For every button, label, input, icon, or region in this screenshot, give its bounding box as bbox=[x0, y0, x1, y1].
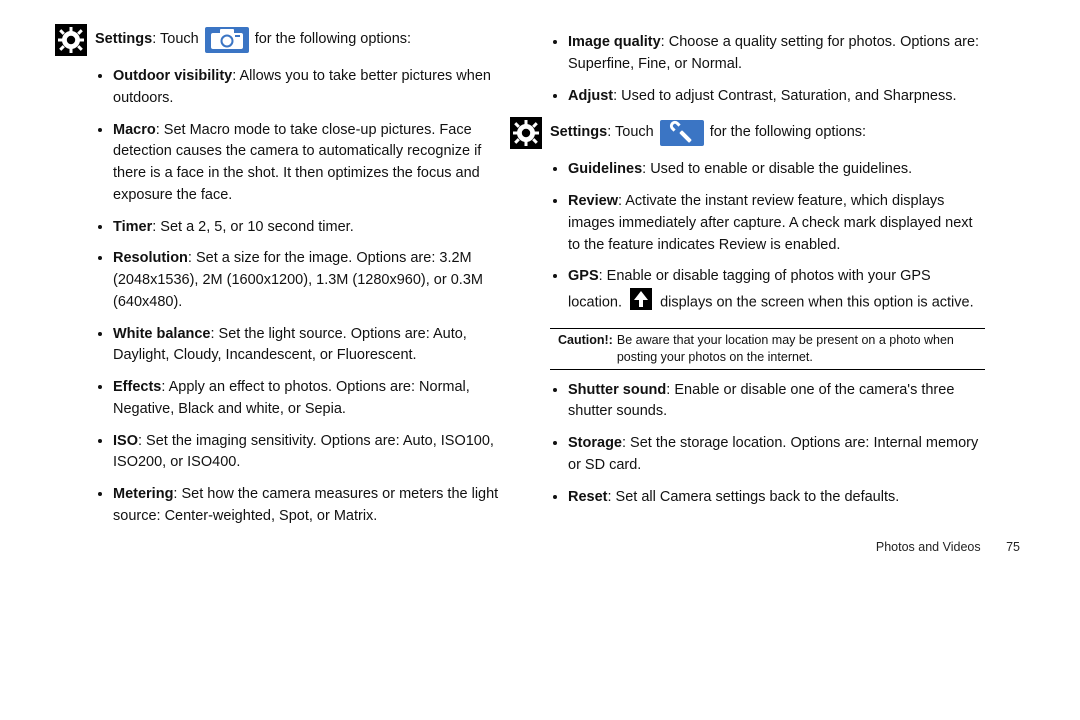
settings-label: Settings bbox=[95, 30, 152, 50]
list-item: ISO: Set the imaging sensitivity. Option… bbox=[113, 431, 510, 475]
page-footer: Photos and Videos 75 bbox=[876, 540, 1020, 554]
item-title: Timer bbox=[113, 219, 152, 235]
settings-row-camera: Settings : Touch for the following optio… bbox=[55, 24, 510, 56]
item-desc: : Used to enable or disable the guidelin… bbox=[642, 161, 912, 177]
item-desc: : Set the storage location. Options are:… bbox=[568, 435, 978, 473]
list-item: GPS: Enable or disable tagging of photos… bbox=[568, 266, 985, 318]
caution-text: Be aware that your location may be prese… bbox=[617, 332, 985, 366]
list-item: Review: Activate the instant review feat… bbox=[568, 191, 985, 256]
touch-text: : Touch bbox=[152, 30, 199, 50]
after-icon-text: for the following options: bbox=[710, 123, 866, 143]
right-column: Image quality: Choose a quality setting … bbox=[540, 22, 985, 538]
item-title: Outdoor visibility bbox=[113, 68, 232, 84]
item-title: White balance bbox=[113, 326, 211, 342]
gear-icon bbox=[510, 117, 542, 149]
item-desc: : Used to adjust Contrast, Saturation, a… bbox=[613, 88, 956, 104]
item-desc: : Activate the instant review feature, w… bbox=[568, 193, 973, 253]
touch-text: : Touch bbox=[607, 123, 654, 143]
right-bullet-list-b: Shutter sound: Enable or disable one of … bbox=[550, 380, 985, 509]
item-title: Metering bbox=[113, 486, 173, 502]
camera-icon bbox=[205, 27, 249, 53]
list-item: Metering: Set how the camera measures or… bbox=[113, 484, 510, 528]
item-title: Review bbox=[568, 193, 618, 209]
item-title: Reset bbox=[568, 489, 608, 505]
item-title: GPS bbox=[568, 268, 599, 284]
item-desc: : Set the imaging sensitivity. Options a… bbox=[113, 433, 494, 471]
gps-list: GPS: Enable or disable tagging of photos… bbox=[550, 266, 985, 318]
after-icon-text: for the following options: bbox=[255, 30, 411, 50]
list-item: Shutter sound: Enable or disable one of … bbox=[568, 380, 985, 424]
settings-label: Settings bbox=[550, 123, 607, 143]
list-item: Timer: Set a 2, 5, or 10 second timer. bbox=[113, 217, 510, 239]
caution-note: Caution!: Be aware that your location ma… bbox=[550, 332, 985, 366]
item-desc: : Apply an effect to photos. Options are… bbox=[113, 379, 470, 417]
item-title: Effects bbox=[113, 379, 161, 395]
manual-page: Settings : Touch for the following optio… bbox=[0, 0, 1080, 548]
location-icon bbox=[630, 288, 652, 318]
list-item: Adjust: Used to adjust Contrast, Saturat… bbox=[568, 86, 985, 108]
list-item: Guidelines: Used to enable or disable th… bbox=[568, 159, 985, 181]
item-title: Shutter sound bbox=[568, 382, 666, 398]
item-desc: : Set all Camera settings back to the de… bbox=[608, 489, 900, 505]
list-item: White balance: Set the light source. Opt… bbox=[113, 324, 510, 368]
item-title: ISO bbox=[113, 433, 138, 449]
list-item: Image quality: Choose a quality setting … bbox=[568, 32, 985, 76]
list-item: Outdoor visibility: Allows you to take b… bbox=[113, 66, 510, 110]
list-item: Macro: Set Macro mode to take close-up p… bbox=[113, 120, 510, 207]
left-column: Settings : Touch for the following optio… bbox=[95, 22, 540, 538]
item-title: Macro bbox=[113, 122, 156, 138]
list-item: Reset: Set all Camera settings back to t… bbox=[568, 487, 985, 509]
item-title: Storage bbox=[568, 435, 622, 451]
item-desc: : Set a 2, 5, or 10 second timer. bbox=[152, 219, 354, 235]
right-top-bullet-list: Image quality: Choose a quality setting … bbox=[550, 32, 985, 107]
item-title: Guidelines bbox=[568, 161, 642, 177]
settings-row-wrench: Settings : Touch for the following optio… bbox=[510, 117, 985, 149]
right-bullet-list-a: Guidelines: Used to enable or disable th… bbox=[550, 159, 985, 256]
caution-label: Caution!: bbox=[558, 332, 613, 366]
item-title: Resolution bbox=[113, 250, 188, 266]
divider bbox=[550, 369, 985, 370]
left-bullet-list: Outdoor visibility: Allows you to take b… bbox=[95, 66, 510, 528]
item-desc: : Set Macro mode to take close-up pictur… bbox=[113, 122, 481, 203]
gear-icon bbox=[55, 24, 87, 56]
item-title: Adjust bbox=[568, 88, 613, 104]
divider bbox=[550, 328, 985, 329]
list-item: Effects: Apply an effect to photos. Opti… bbox=[113, 377, 510, 421]
item-title: Image quality bbox=[568, 34, 661, 50]
list-item: Resolution: Set a size for the image. Op… bbox=[113, 248, 510, 313]
footer-page: 75 bbox=[1006, 540, 1020, 554]
wrench-icon bbox=[660, 120, 704, 146]
footer-section: Photos and Videos bbox=[876, 540, 981, 554]
item-desc2: displays on the screen when this option … bbox=[660, 295, 974, 311]
list-item: Storage: Set the storage location. Optio… bbox=[568, 433, 985, 477]
